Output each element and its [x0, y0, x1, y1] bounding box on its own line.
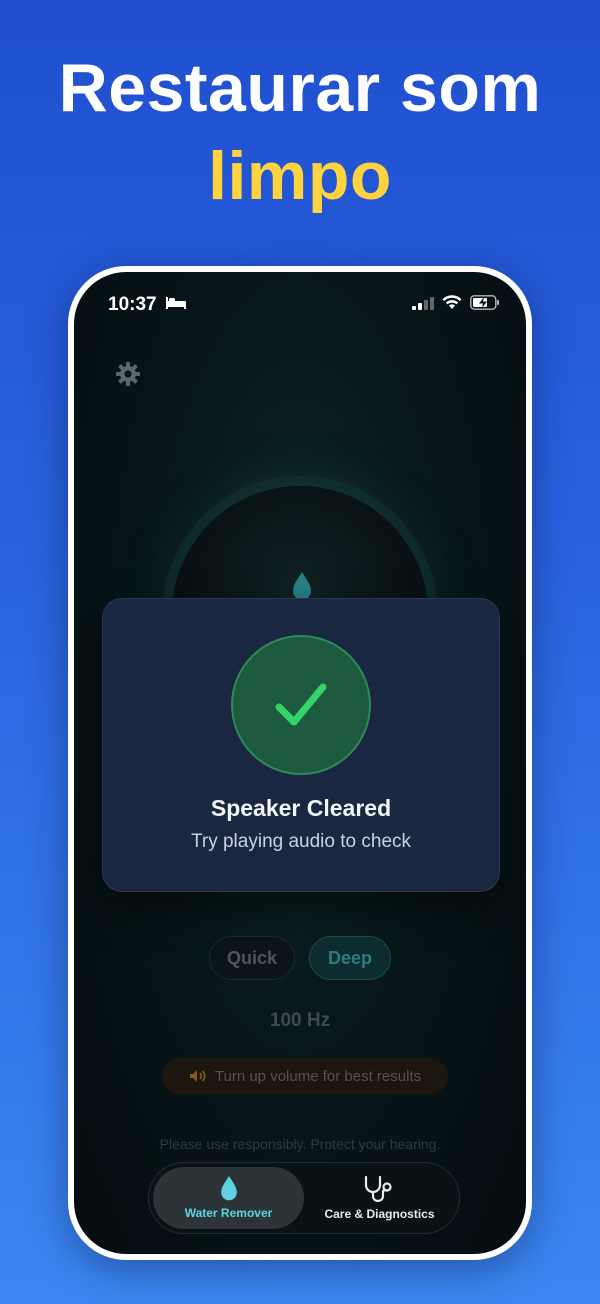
water-drop-icon — [220, 1176, 237, 1201]
status-time: 10:37 — [108, 294, 157, 315]
headline: Restaurar som limpo — [0, 44, 600, 220]
headline-line-2: limpo — [208, 138, 392, 214]
speaker-icon — [189, 1070, 206, 1082]
frequency-readout: 100 Hz — [269, 1010, 331, 1031]
disclaimer-text: Please use responsibly. Protect your hea… — [159, 1136, 441, 1152]
volume-tip-text: Turn up volume for best results — [214, 1067, 422, 1085]
dialog-title: Speaker Cleared — [210, 795, 392, 821]
headline-line-1: Restaurar som — [58, 50, 542, 126]
checkmark-icon — [275, 683, 327, 726]
gear-icon — [116, 362, 140, 386]
dialog-subtitle: Try playing audio to check — [190, 831, 412, 852]
mode-deep-button[interactable]: Deep — [309, 936, 391, 980]
mode-quick-button[interactable]: Quick — [209, 936, 295, 980]
mode-selector: Quick Deep — [74, 936, 526, 980]
tab-care-diagnostics[interactable]: Care & Diagnostics — [304, 1167, 455, 1229]
tab-bar: Water Remover Care & Diagnostics — [148, 1162, 460, 1234]
signal-icon — [412, 296, 434, 315]
tab-water-remover[interactable]: Water Remover — [153, 1167, 304, 1229]
app-screen: 10:37 Speaker Cleared Try playing audio … — [74, 272, 526, 1254]
bed-icon — [165, 296, 187, 315]
settings-button[interactable] — [110, 356, 146, 392]
battery-charging-icon — [470, 295, 500, 315]
phone-frame: 10:37 Speaker Cleared Try playing audio … — [68, 266, 532, 1260]
stethoscope-icon — [364, 1175, 392, 1203]
success-dialog: Speaker Cleared Try playing audio to che… — [102, 598, 500, 892]
volume-tip-banner: Turn up volume for best results — [162, 1058, 448, 1094]
tab-label-care-diagnostics: Care & Diagnostics — [324, 1207, 435, 1221]
status-bar: 10:37 — [108, 290, 500, 320]
wifi-icon — [442, 295, 462, 315]
tab-label-water-remover: Water Remover — [184, 1206, 273, 1220]
success-check-badge — [231, 635, 371, 775]
